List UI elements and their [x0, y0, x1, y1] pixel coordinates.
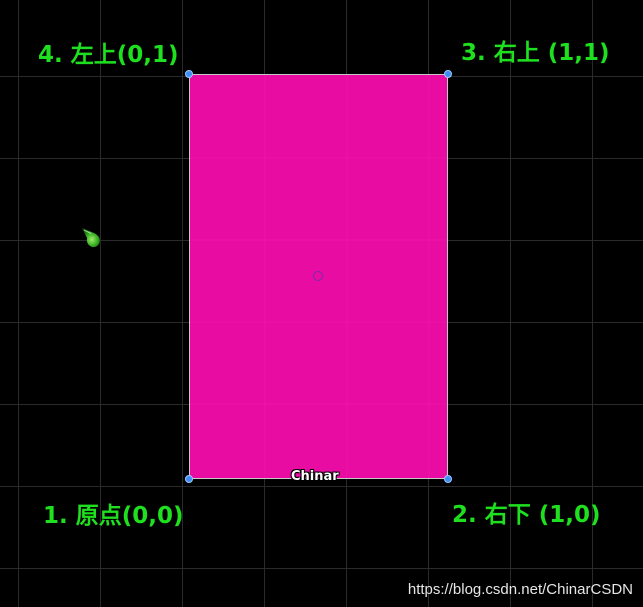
corner-label-top-left: 4. 左上(0,1)	[38, 42, 179, 68]
light-icon[interactable]	[80, 227, 102, 249]
corner-label-bottom-right: 2. 右下 (1,0)	[452, 502, 601, 528]
corner-label-top-right: 3. 右上 (1,1)	[461, 40, 610, 66]
watermark-url: https://blog.csdn.net/ChinarCSDN	[407, 581, 633, 598]
corner-label-bottom-left: 1. 原点(0,0)	[43, 503, 184, 529]
scene-viewport[interactable]: Chinar 4. 左上(0,1) 3. 右上 (1,1) 1. 原点(0,0)…	[0, 0, 643, 607]
vertex-handle-top-right[interactable]	[444, 70, 452, 78]
pivot-icon[interactable]	[313, 271, 323, 281]
vertex-handle-top-left[interactable]	[185, 70, 193, 78]
vertex-handle-bottom-left[interactable]	[185, 475, 193, 483]
object-name-label: Chinar	[291, 469, 339, 484]
vertex-handle-bottom-right[interactable]	[444, 475, 452, 483]
